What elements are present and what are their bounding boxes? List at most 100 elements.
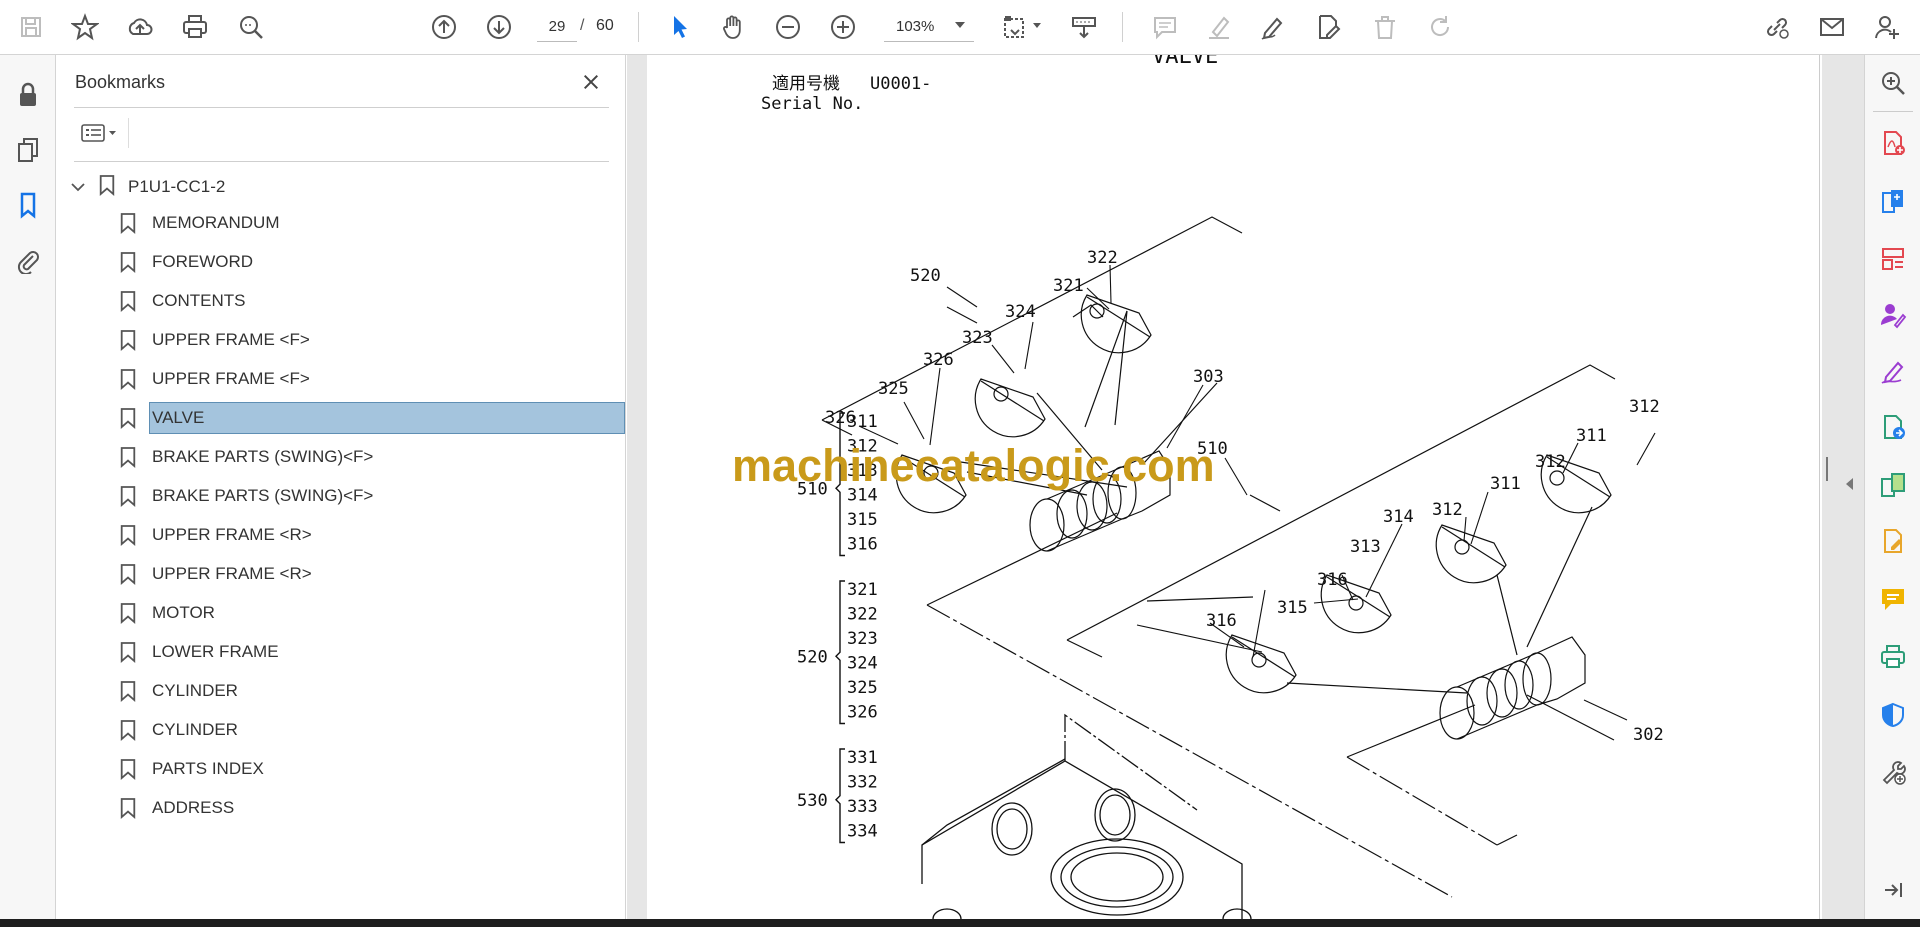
group-part-number: 333 xyxy=(847,797,878,817)
taskbar-strip xyxy=(0,919,1920,927)
serial-value: U0001- xyxy=(870,74,931,94)
bookmark-item[interactable]: VALVE xyxy=(114,401,625,435)
bookmark-ribbon-icon xyxy=(114,521,142,549)
draw-pen-icon[interactable] xyxy=(1253,7,1293,47)
bookmark-item[interactable]: LOWER FRAME xyxy=(114,635,624,669)
chevron-down-icon[interactable] xyxy=(66,175,90,199)
share-link-icon[interactable] xyxy=(1757,7,1797,47)
close-icon[interactable] xyxy=(576,67,606,97)
hand-tool-icon[interactable] xyxy=(713,7,753,47)
watermark: machinecatalogic.com xyxy=(732,440,1215,491)
delete-icon[interactable] xyxy=(1365,7,1405,47)
bookmark-item[interactable]: CONTENTS xyxy=(114,284,624,318)
callout-313: 313 xyxy=(1350,537,1381,557)
bookmark-item-label: CONTENTS xyxy=(152,291,246,310)
group-part-number: 316 xyxy=(847,535,878,555)
group-part-number: 332 xyxy=(847,773,878,793)
group-bracket xyxy=(835,580,845,725)
bookmark-ribbon-icon xyxy=(114,716,142,744)
bookmark-item[interactable]: FOREWORD xyxy=(114,245,624,279)
bookmark-ribbon-icon xyxy=(114,677,142,705)
save-icon[interactable] xyxy=(11,7,51,47)
next-page-icon[interactable] xyxy=(479,7,519,47)
bookmark-item[interactable]: UPPER FRAME <F> xyxy=(114,362,624,396)
bookmarks-panel: Bookmarks P1U1-CC1-2 MEMORANDUM FOREWORD C… xyxy=(56,55,626,919)
document-scrollbar-track[interactable] xyxy=(1819,55,1820,919)
zoom-out-icon[interactable] xyxy=(768,7,808,47)
comment-tool-icon[interactable] xyxy=(1873,579,1913,619)
chevron-down-icon[interactable] xyxy=(1033,23,1041,28)
upload-cloud-icon[interactable] xyxy=(120,7,160,47)
attachment-icon[interactable] xyxy=(8,240,48,280)
bookmark-item[interactable]: MOTOR xyxy=(114,596,624,630)
bookmark-item[interactable]: MEMORANDUM xyxy=(114,206,624,240)
callout-324: 324 xyxy=(1005,302,1036,322)
zoom-in-icon[interactable] xyxy=(823,7,863,47)
chevron-down-icon[interactable] xyxy=(955,22,965,28)
bookmark-options-button[interactable] xyxy=(74,115,124,151)
lock-icon[interactable] xyxy=(8,75,48,115)
protect-shield-icon[interactable] xyxy=(1873,695,1913,735)
export-pdf-icon[interactable] xyxy=(1873,181,1913,221)
group-number: 520 xyxy=(797,647,828,667)
email-icon[interactable] xyxy=(1812,7,1852,47)
fill-sign-icon[interactable] xyxy=(1873,351,1913,391)
bookmark-item[interactable]: CYLINDER xyxy=(114,674,624,708)
group-part-number: 334 xyxy=(847,822,878,842)
page-thumbnails-icon[interactable] xyxy=(8,130,48,170)
page-number-input[interactable]: 29 xyxy=(537,12,577,42)
star-icon[interactable] xyxy=(65,7,105,47)
bookmark-item[interactable]: UPPER FRAME <R> xyxy=(114,557,624,591)
zoom-tool-icon[interactable] xyxy=(1873,63,1913,103)
group-part-number: 325 xyxy=(847,678,878,698)
print-icon[interactable] xyxy=(175,7,215,47)
scroll-mode-icon[interactable] xyxy=(1064,7,1104,47)
bookmark-item[interactable]: PARTS INDEX xyxy=(114,752,624,786)
organize-pages-icon[interactable] xyxy=(1873,239,1913,279)
bookmark-item-label: FOREWORD xyxy=(152,252,254,271)
divider xyxy=(74,161,609,162)
compare-files-icon[interactable] xyxy=(1873,465,1913,505)
search-icon[interactable] xyxy=(231,7,271,47)
redo-icon[interactable] xyxy=(1420,7,1460,47)
callout-326: 326 xyxy=(923,350,954,370)
add-user-icon[interactable] xyxy=(1867,7,1907,47)
callout-321: 321 xyxy=(1053,276,1084,296)
previous-page-icon[interactable] xyxy=(424,7,464,47)
edit-pdf-icon[interactable] xyxy=(1873,521,1913,561)
bookmark-item[interactable]: CYLINDER xyxy=(114,713,624,747)
bookmarks-icon[interactable] xyxy=(8,185,48,225)
edit-document-icon[interactable] xyxy=(1308,7,1348,47)
bookmark-ribbon-icon xyxy=(114,365,142,393)
bookmark-item[interactable]: UPPER FRAME <F> xyxy=(114,323,624,357)
group-part-number: 331 xyxy=(847,748,878,768)
bookmark-item[interactable]: BRAKE PARTS (SWING)<F> xyxy=(114,479,624,513)
select-cursor-icon[interactable] xyxy=(660,7,700,47)
group-part-number: 321 xyxy=(847,580,878,600)
collapse-tools-icon[interactable] xyxy=(1846,478,1853,490)
group-number: 530 xyxy=(797,791,828,811)
callout-312: 312 xyxy=(1432,500,1463,520)
bookmarks-panel-title: Bookmarks xyxy=(75,72,166,92)
bookmark-item-label: PARTS INDEX xyxy=(152,759,264,778)
more-tools-icon[interactable] xyxy=(1873,751,1913,791)
page-fit-icon[interactable] xyxy=(995,7,1035,47)
group-bracket xyxy=(835,748,845,844)
bookmark-item[interactable]: BRAKE PARTS (SWING)<F> xyxy=(114,440,624,474)
bookmark-item[interactable]: UPPER FRAME <R> xyxy=(114,518,624,552)
print-production-icon[interactable] xyxy=(1873,637,1913,677)
bookmark-item[interactable]: ADDRESS xyxy=(114,791,624,825)
callout-322: 322 xyxy=(1087,248,1118,268)
highlight-pen-icon[interactable] xyxy=(1199,7,1239,47)
top-toolbar: 29 / 60 103% xyxy=(0,0,1920,55)
collapse-right-panel-icon[interactable] xyxy=(1873,870,1913,910)
document-viewport[interactable]: VALVE 適用号機 U0001- Serial No. 510 311 312 31… xyxy=(627,55,1864,919)
bookmark-item-label: VALVE xyxy=(149,402,625,434)
create-pdf-icon[interactable] xyxy=(1873,123,1913,163)
comment-icon[interactable] xyxy=(1145,7,1185,47)
send-for-review-icon[interactable] xyxy=(1873,407,1913,447)
request-signature-icon[interactable] xyxy=(1873,295,1913,335)
bookmark-ribbon-icon xyxy=(114,599,142,627)
bookmark-root[interactable]: P1U1-CC1-2 xyxy=(66,172,225,202)
resize-handle[interactable] xyxy=(1826,457,1828,481)
